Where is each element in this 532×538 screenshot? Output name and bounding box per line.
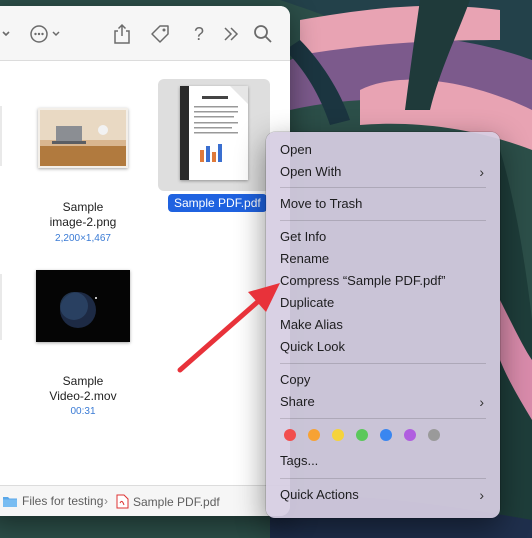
menu-item-label: Quick Actions <box>280 487 359 502</box>
more-toolbar-button[interactable] <box>219 22 243 46</box>
menu-separator <box>280 418 486 419</box>
share-icon <box>114 23 130 44</box>
search-icon <box>254 25 272 43</box>
menu-item-rename[interactable]: Rename <box>280 249 486 269</box>
menu-item-label: Rename <box>280 251 330 266</box>
path-bar: Files for testing › Sample PDF.pdf <box>0 485 290 516</box>
tag-green-dot[interactable] <box>356 429 368 441</box>
action-menu-button[interactable] <box>28 22 64 46</box>
path-separator: › <box>104 494 108 508</box>
menu-item-label: Tags... <box>280 453 319 468</box>
menu-item-share[interactable]: Share › <box>280 392 486 412</box>
menu-separator <box>280 187 486 188</box>
menu-item-quick-look[interactable]: Quick Look <box>280 337 486 357</box>
menu-item-label: Copy <box>280 372 311 387</box>
file-dimensions: 2,200×1,467 <box>55 233 111 244</box>
tag-red-dot[interactable] <box>284 429 296 441</box>
partial-file-thumbnail <box>0 106 2 166</box>
tag-purple-dot[interactable] <box>404 429 416 441</box>
chevron-right-icon: › <box>479 394 484 410</box>
pdf-file-icon <box>116 494 129 509</box>
menu-item-label: Open With <box>280 164 342 179</box>
menu-item-label: Share <box>280 394 315 409</box>
file-name: Sample Video-2.mov <box>49 374 117 403</box>
chevron-right-icon: › <box>479 487 484 503</box>
finder-toolbar: ? <box>0 6 290 61</box>
tags-button[interactable] <box>148 22 172 46</box>
folder-icon <box>3 496 17 507</box>
tag-gray-dot[interactable] <box>428 429 440 441</box>
context-menu: Open Open With › Move to Trash Get Info R… <box>266 132 500 518</box>
pdf-thumbnail <box>180 86 248 180</box>
menu-item-copy[interactable]: Copy <box>280 370 486 390</box>
menu-item-label: Quick Look <box>280 339 346 354</box>
path-folder-label: Files for testing <box>22 494 104 508</box>
tag-blue-dot[interactable] <box>380 429 392 441</box>
path-file-label: Sample PDF.pdf <box>133 494 220 509</box>
menu-item-label: Move to Trash <box>280 196 363 211</box>
path-file[interactable]: Sample PDF.pdf <box>116 494 220 509</box>
menu-item-open-with[interactable]: Open With › <box>280 162 486 182</box>
menu-item-label: Duplicate <box>280 295 335 310</box>
path-folder[interactable]: Files for testing <box>2 494 103 508</box>
menu-item-quick-actions[interactable]: Quick Actions › <box>280 485 486 505</box>
menu-item-compress[interactable]: Compress “Sample PDF.pdf” <box>280 271 486 291</box>
menu-item-tags[interactable]: Tags... <box>280 451 486 471</box>
menu-item-label: Compress “Sample PDF.pdf” <box>280 273 446 288</box>
menu-item-get-info[interactable]: Get Info <box>280 227 486 247</box>
video-duration: 00:31 <box>70 406 96 417</box>
menu-item-make-alias[interactable]: Make Alias <box>280 315 486 335</box>
video-thumbnail <box>36 270 130 342</box>
menu-item-label: Open <box>280 142 312 157</box>
file-name: Sample image-2.png <box>49 200 117 229</box>
chevron-right-icon: › <box>479 164 484 180</box>
view-options-chevron-icon[interactable] <box>0 22 18 46</box>
menu-separator <box>280 220 486 221</box>
search-button[interactable] <box>251 22 275 46</box>
tag-orange-dot[interactable] <box>308 429 320 441</box>
menu-item-label: Make Alias <box>280 317 343 332</box>
help-button[interactable]: ? <box>187 22 211 46</box>
menu-item-duplicate[interactable]: Duplicate <box>280 293 486 313</box>
selected-file-name[interactable]: Sample PDF.pdf <box>168 194 267 212</box>
image-thumbnail <box>38 108 128 168</box>
menu-separator <box>280 478 486 479</box>
menu-item-move-to-trash[interactable]: Move to Trash <box>280 194 486 214</box>
menu-item-open[interactable]: Open <box>280 140 486 160</box>
tag-icon <box>151 25 169 43</box>
partial-file-thumbnail <box>0 274 2 340</box>
tag-yellow-dot[interactable] <box>332 429 344 441</box>
finder-window: ? Sample image-2.png 2,200×1,467 Sample … <box>0 6 290 516</box>
question-mark-icon: ? <box>193 23 204 44</box>
menu-separator <box>280 363 486 364</box>
share-button[interactable] <box>110 22 134 46</box>
ellipsis-circle-icon <box>30 25 60 43</box>
menu-item-label: Get Info <box>280 229 327 244</box>
chevron-double-right-icon <box>224 27 239 41</box>
